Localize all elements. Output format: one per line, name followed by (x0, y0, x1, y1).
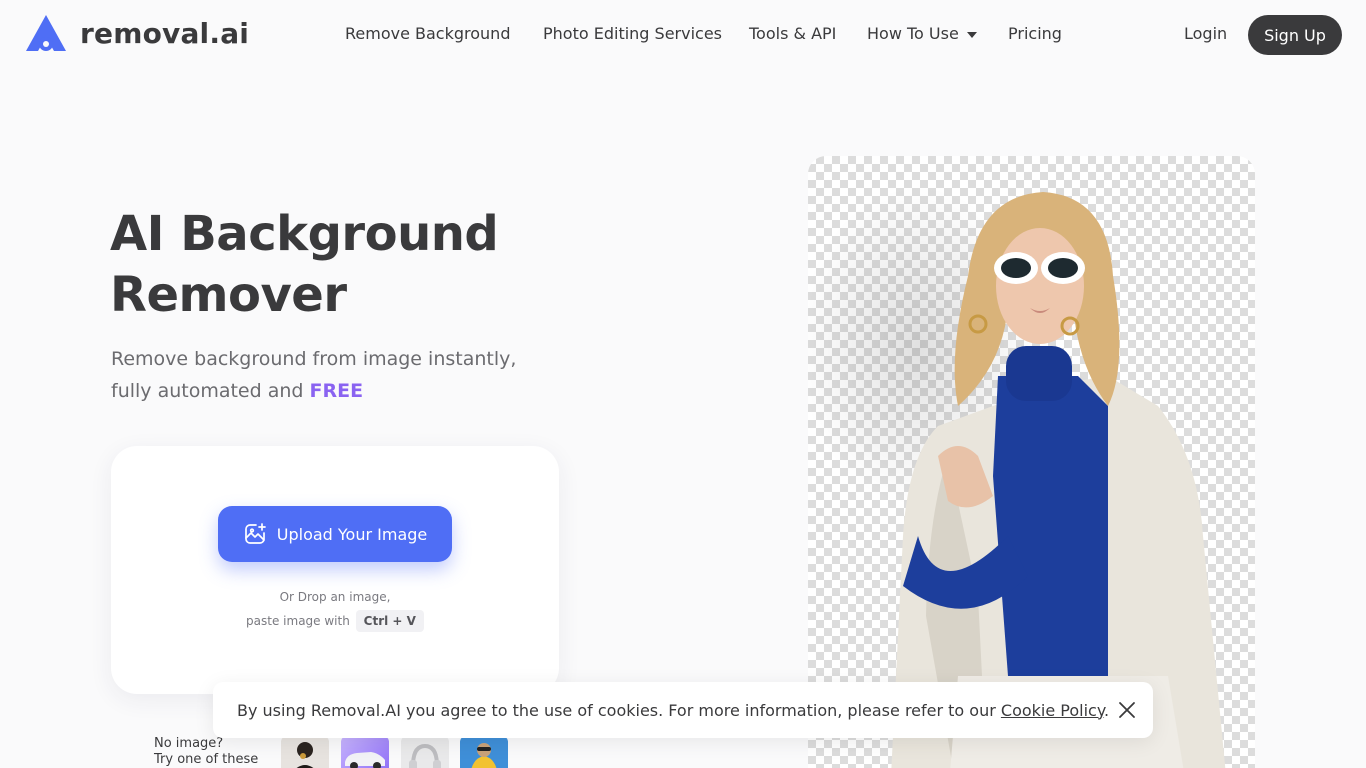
title-line-2: Remover (110, 267, 347, 323)
sample-person-thumbnail[interactable] (281, 736, 329, 768)
title-line-1: AI Background (110, 206, 499, 262)
login-link[interactable]: Login (1184, 24, 1227, 43)
cookie-banner: By using Removal.AI you agree to the use… (213, 682, 1153, 738)
sample-car-thumbnail[interactable] (341, 736, 389, 768)
image-upload-icon (244, 523, 266, 544)
cookie-text: By using Removal.AI you agree to the use… (237, 701, 1109, 720)
nav-how-to-use-label: How To Use (867, 24, 959, 43)
nav-remove-background[interactable]: Remove Background (345, 24, 510, 46)
site-header: removal.ai Remove Background Photo Editi… (0, 0, 1366, 70)
keyboard-shortcut: Ctrl + V (355, 610, 424, 632)
page-title: AI Background Remover (110, 204, 610, 326)
samples-label-line-1: No image? (154, 736, 224, 751)
nav-how-to-use[interactable]: How To Use (867, 24, 977, 46)
sample-dog-thumbnail[interactable] (460, 736, 508, 768)
samples-label-line-2: Try one of these (154, 752, 259, 767)
hero-sample-image (808, 156, 1255, 768)
logo-text: removal.ai (80, 16, 250, 50)
logo[interactable]: removal.ai (24, 13, 249, 53)
headphones-thumbnail-icon (409, 743, 441, 768)
nav-pricing[interactable]: Pricing (1008, 24, 1062, 46)
signup-button[interactable]: Sign Up (1248, 15, 1342, 55)
drop-line-2: paste image with Ctrl + V (111, 609, 559, 633)
cookie-message: By using Removal.AI you agree to the use… (237, 700, 1001, 720)
subtitle-line-2: fully automated and (111, 380, 310, 402)
person-thumbnail-icon (296, 742, 314, 768)
hero-subtitle: Remove background from image instantly, … (111, 343, 581, 407)
subtitle-line-1: Remove background from image instantly, (111, 348, 517, 370)
chevron-down-icon (966, 31, 977, 38)
woman-cutout-illustration (808, 186, 1226, 768)
nav-tools-api[interactable]: Tools & API (749, 24, 836, 46)
upload-dropzone[interactable]: Upload Your Image Or Drop an image, past… (111, 446, 559, 694)
close-cookie-button[interactable] (1115, 698, 1139, 722)
car-thumbnail-icon (345, 752, 385, 768)
drop-instructions: Or Drop an image, paste image with Ctrl … (111, 585, 559, 633)
cookie-suffix: . (1104, 700, 1110, 720)
cookie-policy-link[interactable]: Cookie Policy (1001, 701, 1104, 720)
upload-image-button[interactable]: Upload Your Image (218, 506, 452, 562)
upload-button-label: Upload Your Image (276, 524, 428, 544)
drop-line-1: Or Drop an image, (279, 590, 391, 604)
sample-headphones-thumbnail[interactable] (401, 736, 449, 768)
samples-label: No image? Try one of these (154, 736, 258, 768)
dog-thumbnail-icon (471, 743, 497, 768)
nav-photo-editing-services[interactable]: Photo Editing Services (543, 24, 722, 46)
paste-label: paste image with (246, 614, 350, 628)
close-icon (1119, 702, 1135, 718)
free-highlight: FREE (309, 380, 364, 402)
logo-icon (26, 15, 66, 51)
